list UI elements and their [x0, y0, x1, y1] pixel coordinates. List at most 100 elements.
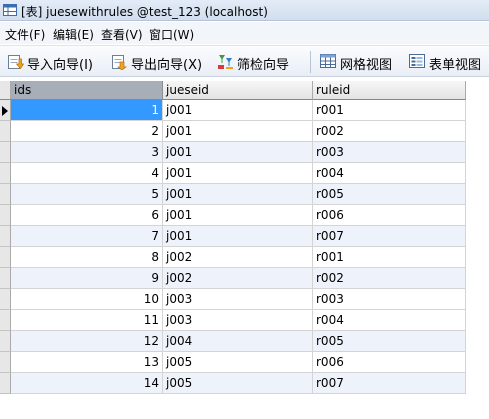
filter-icon	[218, 55, 233, 69]
cell-ruleid[interactable]: r005	[313, 331, 466, 352]
row-header[interactable]	[0, 268, 11, 289]
cell-ids[interactable]: 4	[11, 163, 163, 184]
table-row[interactable]: 4 j001 r004	[0, 163, 466, 184]
cell-jueseid[interactable]: j002	[163, 268, 313, 289]
cell-ids[interactable]: 13	[11, 352, 163, 373]
row-header[interactable]	[0, 310, 11, 331]
import-wizard-label: 导入向导(I)	[27, 58, 93, 73]
cell-ids[interactable]: 5	[11, 184, 163, 205]
export-wizard-button[interactable]: 导出向导(X)	[111, 53, 211, 73]
cell-ruleid[interactable]: r001	[313, 247, 466, 268]
table-row[interactable]: 2 j001 r002	[0, 121, 466, 142]
table-row[interactable]: 6 j001 r006	[0, 205, 466, 226]
grid-corner-header[interactable]	[0, 81, 11, 100]
table-row[interactable]: 11 j003 r004	[0, 310, 466, 331]
window-title: [表] juesewithrules @test_123 (localhost)	[21, 5, 268, 19]
cell-ids[interactable]: 2	[11, 121, 163, 142]
column-header-ids-label: ids	[14, 83, 32, 97]
grid-view-icon	[320, 54, 336, 68]
cell-jueseid[interactable]: j005	[163, 352, 313, 373]
row-header[interactable]	[0, 100, 11, 121]
row-header[interactable]	[0, 184, 11, 205]
cell-jueseid[interactable]: j004	[163, 331, 313, 352]
form-view-icon	[409, 54, 425, 68]
cell-ruleid[interactable]: r001	[313, 100, 466, 121]
row-header[interactable]	[0, 289, 11, 310]
cell-jueseid[interactable]: j003	[163, 310, 313, 331]
column-header-ruleid-label: ruleid	[316, 83, 351, 97]
cell-jueseid[interactable]: j001	[163, 142, 313, 163]
row-header[interactable]	[0, 163, 11, 184]
export-wizard-label: 导出向导(X)	[131, 58, 203, 73]
cell-ids[interactable]: 7	[11, 226, 163, 247]
column-header-ids[interactable]: ids	[11, 81, 163, 100]
table-row[interactable]: 1 j001 r001	[0, 100, 466, 121]
grid-view-button[interactable]: 网格视图	[320, 53, 404, 73]
import-icon	[8, 55, 24, 70]
cell-jueseid[interactable]: j001	[163, 100, 313, 121]
menu-file[interactable]: 文件(F)	[5, 26, 45, 43]
cell-ids[interactable]: 6	[11, 205, 163, 226]
row-header[interactable]	[0, 226, 11, 247]
column-header-jueseid-label: jueseid	[166, 83, 209, 97]
filter-wizard-button[interactable]: 筛检向导	[217, 53, 301, 73]
cell-ruleid[interactable]: r002	[313, 121, 466, 142]
cell-ruleid[interactable]: r005	[313, 184, 466, 205]
cell-ids[interactable]: 12	[11, 331, 163, 352]
cell-ids[interactable]: 14	[11, 373, 163, 394]
cell-ruleid[interactable]: r007	[313, 226, 466, 247]
cell-ids[interactable]: 3	[11, 142, 163, 163]
row-header[interactable]	[0, 142, 11, 163]
form-view-button[interactable]: 表单视图	[409, 53, 489, 73]
cell-ruleid[interactable]: r007	[313, 373, 466, 394]
table-row[interactable]: 7 j001 r007	[0, 226, 466, 247]
row-header[interactable]	[0, 205, 11, 226]
table-icon	[3, 4, 17, 16]
toolbar: 导入向导(I) 导出向导(X) 筛检向导 网格视图 表单视图	[0, 45, 489, 77]
row-header[interactable]	[0, 352, 11, 373]
table-row[interactable]: 14 j005 r007	[0, 373, 466, 394]
column-header-jueseid[interactable]: jueseid	[163, 81, 313, 100]
row-header[interactable]	[0, 247, 11, 268]
table-row[interactable]: 12 j004 r005	[0, 331, 466, 352]
grid-view-label: 网格视图	[340, 58, 393, 73]
row-header[interactable]	[0, 331, 11, 352]
row-header[interactable]	[0, 373, 11, 394]
table-row[interactable]: 13 j005 r006	[0, 352, 466, 373]
menu-view[interactable]: 查看(V)	[101, 26, 143, 43]
cell-ruleid[interactable]: r002	[313, 268, 466, 289]
cell-ruleid[interactable]: r003	[313, 142, 466, 163]
import-wizard-button[interactable]: 导入向导(I)	[7, 53, 107, 73]
table-row[interactable]: 9 j002 r002	[0, 268, 466, 289]
filter-wizard-label: 筛检向导	[237, 58, 290, 73]
column-header-ruleid[interactable]: ruleid	[313, 81, 466, 100]
export-icon	[112, 55, 128, 70]
menu-window[interactable]: 窗口(W)	[149, 26, 194, 43]
cell-jueseid[interactable]: j001	[163, 184, 313, 205]
cell-ids[interactable]: 1	[11, 100, 163, 121]
cell-ids[interactable]: 9	[11, 268, 163, 289]
cell-jueseid[interactable]: j001	[163, 121, 313, 142]
cell-ruleid[interactable]: r006	[313, 352, 466, 373]
cell-jueseid[interactable]: j002	[163, 247, 313, 268]
cell-ruleid[interactable]: r004	[313, 310, 466, 331]
table-row[interactable]: 3 j001 r003	[0, 142, 466, 163]
table-row[interactable]: 5 j001 r005	[0, 184, 466, 205]
cell-ruleid[interactable]: r003	[313, 289, 466, 310]
row-header[interactable]	[0, 121, 11, 142]
cell-ruleid[interactable]: r006	[313, 205, 466, 226]
cell-jueseid[interactable]: j003	[163, 289, 313, 310]
cell-jueseid[interactable]: j001	[163, 205, 313, 226]
cell-ruleid[interactable]: r004	[313, 163, 466, 184]
table-row[interactable]: 8 j002 r001	[0, 247, 466, 268]
cell-jueseid[interactable]: j001	[163, 163, 313, 184]
form-view-label: 表单视图	[429, 58, 482, 73]
table-row[interactable]: 10 j003 r003	[0, 289, 466, 310]
cell-jueseid[interactable]: j005	[163, 373, 313, 394]
title-bar: [表] juesewithrules @test_123 (localhost)	[0, 0, 489, 21]
cell-jueseid[interactable]: j001	[163, 226, 313, 247]
cell-ids[interactable]: 11	[11, 310, 163, 331]
cell-ids[interactable]: 10	[11, 289, 163, 310]
cell-ids[interactable]: 8	[11, 247, 163, 268]
menu-edit[interactable]: 编辑(E)	[53, 26, 94, 43]
